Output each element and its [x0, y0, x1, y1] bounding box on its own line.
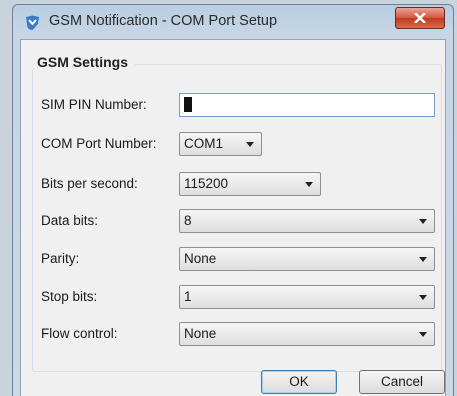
sim-pin-label: SIM PIN Number: — [41, 97, 147, 112]
ok-button[interactable]: OK — [261, 370, 337, 394]
chevron-down-icon — [419, 295, 427, 300]
stop-bits-label: Stop bits: — [41, 289, 98, 304]
parity-value: None — [184, 251, 217, 266]
chevron-down-icon — [305, 182, 313, 187]
flow-control-label: Flow control: — [41, 326, 118, 341]
text-cursor — [184, 97, 192, 112]
com-port-label: COM Port Number: — [41, 136, 157, 151]
group-title: GSM Settings — [32, 54, 136, 70]
chevron-down-icon — [419, 219, 427, 224]
data-bits-label: Data bits: — [41, 213, 99, 228]
flow-control-value: None — [184, 326, 217, 341]
chevron-down-icon — [419, 257, 427, 262]
parity-label: Parity: — [41, 251, 80, 266]
title-bar[interactable]: GSM Notification - COM Port Setup — [13, 5, 453, 39]
data-bits-dropdown[interactable]: 8 — [179, 209, 435, 233]
dialog-window: GSM Notification - COM Port Setup GSM Se… — [12, 4, 454, 396]
chevron-down-icon — [246, 142, 254, 147]
data-bits-value: 8 — [184, 213, 192, 228]
flow-control-dropdown[interactable]: None — [179, 322, 435, 346]
chevron-down-icon — [419, 332, 427, 337]
bits-per-second-dropdown[interactable]: 115200 — [179, 172, 321, 196]
close-button[interactable] — [395, 7, 445, 29]
close-icon — [414, 13, 426, 23]
parity-dropdown[interactable]: None — [179, 247, 435, 271]
com-port-dropdown[interactable]: COM1 — [179, 132, 262, 156]
bits-per-second-value: 115200 — [184, 176, 229, 191]
dialog-body: GSM Settings SIM PIN Number: COM Port Nu… — [20, 39, 446, 396]
sim-pin-input[interactable] — [179, 93, 435, 117]
cancel-button[interactable]: Cancel — [359, 370, 445, 394]
window-title: GSM Notification - COM Port Setup — [49, 13, 278, 29]
stop-bits-value: 1 — [184, 289, 192, 304]
bits-per-second-label: Bits per second: — [41, 176, 138, 191]
com-port-value: COM1 — [184, 136, 224, 151]
stop-bits-dropdown[interactable]: 1 — [179, 285, 435, 309]
app-shield-icon — [26, 15, 39, 30]
